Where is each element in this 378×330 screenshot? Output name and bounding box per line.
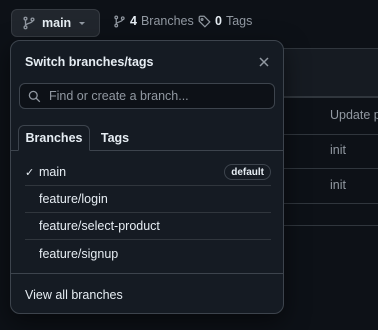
divider <box>283 203 378 204</box>
tab-tags[interactable]: Tags <box>99 125 131 151</box>
git-branch-icon <box>113 15 126 28</box>
branch-name: feature/login <box>39 192 108 206</box>
tags-count: 0 <box>215 14 222 28</box>
branch-name: main <box>39 165 67 179</box>
commit-message[interactable]: Update p <box>330 108 378 122</box>
branch-search-field[interactable] <box>19 83 275 109</box>
tab-branches[interactable]: Branches <box>18 125 90 151</box>
check-icon: ✓ <box>25 166 35 179</box>
divider <box>283 96 378 97</box>
current-branch-label: main <box>42 16 72 30</box>
search-icon <box>28 90 41 103</box>
branch-item-main[interactable]: ✓ main default <box>25 159 271 186</box>
divider <box>283 134 378 135</box>
footer-divider <box>11 273 283 274</box>
default-badge: default <box>224 164 271 180</box>
tags-label: Tags <box>225 14 253 28</box>
commit-message[interactable]: init <box>330 178 346 192</box>
tags-count-link[interactable]: 0 Tags <box>198 14 252 28</box>
commit-message[interactable]: init <box>330 143 346 157</box>
dropdown-title: Switch branches/tags <box>25 55 154 69</box>
close-icon[interactable] <box>255 53 273 71</box>
branch-item-feature-signup[interactable]: feature/signup <box>25 240 271 267</box>
branch-list: ✓ main default feature/login feature/sel… <box>25 159 271 267</box>
caret-down-icon <box>77 18 87 28</box>
branches-count: 4 <box>130 14 137 28</box>
tag-icon <box>198 15 211 28</box>
branch-item-feature-login[interactable]: feature/login <box>25 186 271 213</box>
branches-count-link[interactable]: 4 Branches <box>113 14 194 28</box>
view-all-branches-link[interactable]: View all branches <box>25 288 123 302</box>
branch-name: feature/select-product <box>39 219 160 233</box>
branch-name: feature/signup <box>39 246 119 261</box>
branch-selector-button[interactable]: main <box>11 9 100 37</box>
divider <box>283 168 378 169</box>
branch-switcher-dropdown: Switch branches/tags Branches Tags ✓ mai… <box>10 40 284 314</box>
branches-label: Branches <box>140 14 194 28</box>
git-branch-icon <box>22 16 36 30</box>
branch-item-feature-select-product[interactable]: feature/select-product <box>25 213 271 240</box>
branch-search-input[interactable] <box>47 88 261 104</box>
